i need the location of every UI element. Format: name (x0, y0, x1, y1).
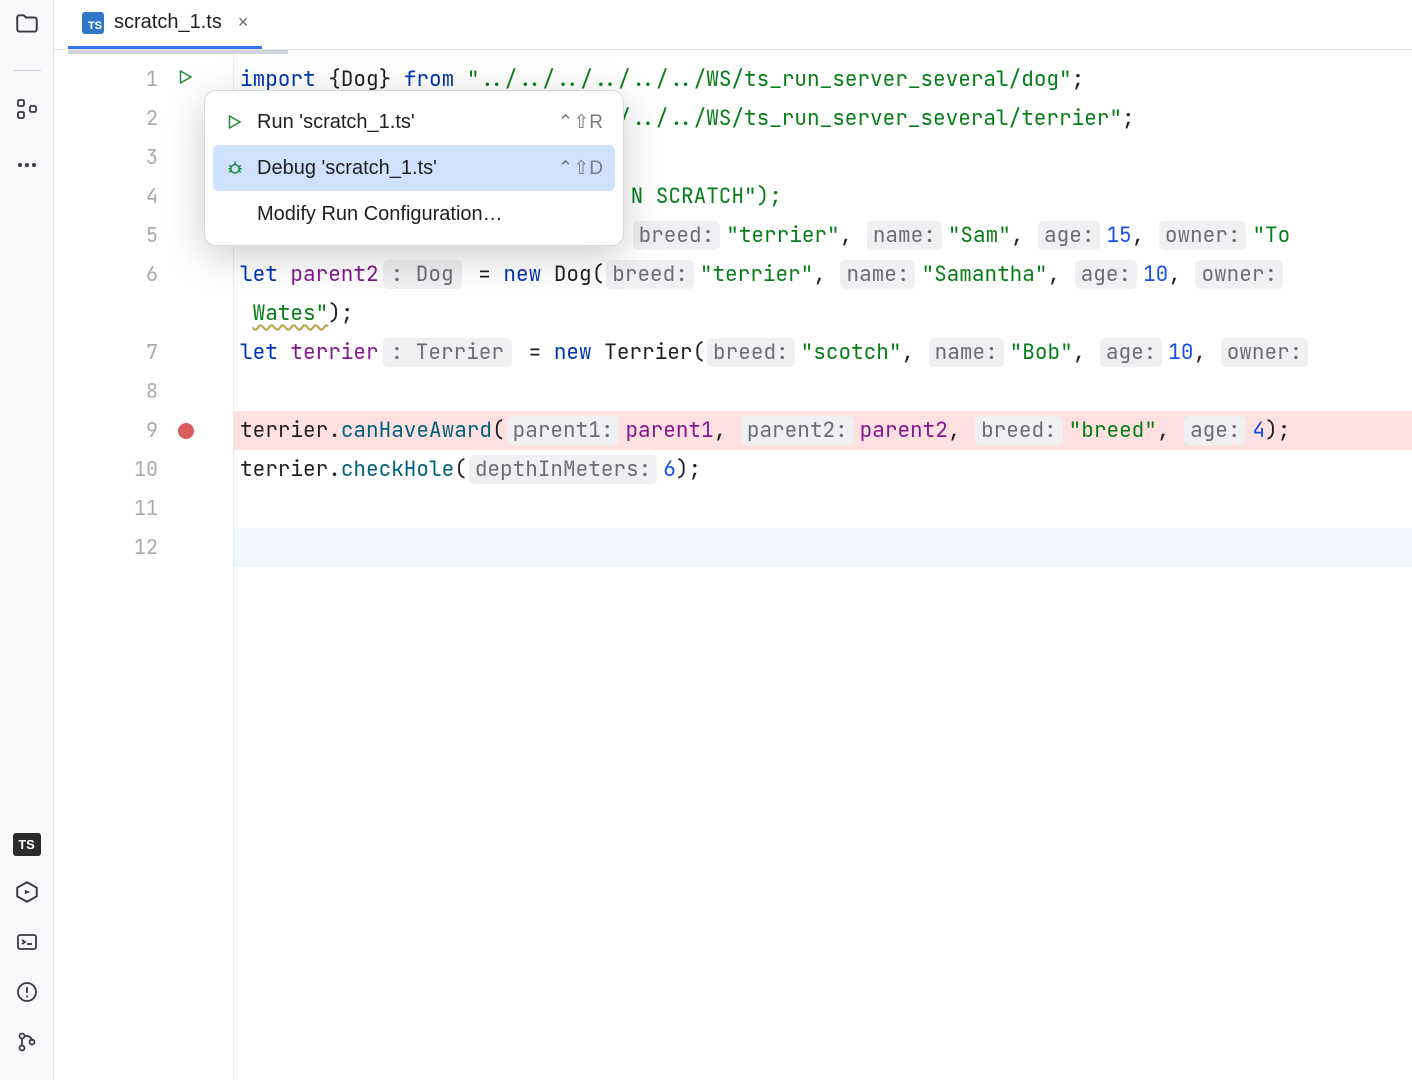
line-number: 9 (54, 411, 172, 450)
line-number: 12 (54, 528, 172, 567)
modify-run-config-menu-item[interactable]: Modify Run Configuration… (213, 191, 615, 237)
line-number: 4 (54, 177, 172, 216)
run-menu-item[interactable]: Run 'scratch_1.ts' ⌃⇧R (213, 99, 615, 145)
menu-label: Run 'scratch_1.ts' (257, 111, 545, 134)
services-icon[interactable] (13, 878, 41, 906)
menu-label: Modify Run Configuration… (257, 203, 603, 226)
bug-icon (225, 158, 245, 178)
run-gutter-icon[interactable] (176, 60, 194, 99)
code-line[interactable]: Wates"); (234, 294, 1412, 333)
close-tab-icon[interactable]: × (238, 12, 249, 33)
left-toolbar: TS (0, 0, 54, 1080)
tab-scratch-1[interactable]: scratch_1.ts × (68, 1, 262, 49)
debug-menu-item[interactable]: Debug 'scratch_1.ts' ⌃⇧D (213, 145, 615, 191)
line-number: 6 (54, 255, 172, 294)
line-number: 10 (54, 450, 172, 489)
line-number: 11 (54, 489, 172, 528)
typescript-tool-icon[interactable]: TS (13, 833, 41, 856)
typescript-file-icon (82, 12, 104, 34)
code-line[interactable]: let terrier: Terrier = new Terrier(breed… (234, 333, 1412, 372)
project-folder-icon[interactable] (13, 10, 41, 38)
structure-icon[interactable] (13, 95, 41, 123)
problems-icon[interactable] (13, 978, 41, 1006)
line-number: 3 (54, 138, 172, 177)
more-icon[interactable] (13, 151, 41, 179)
terminal-icon[interactable] (13, 928, 41, 956)
play-icon (225, 113, 245, 131)
menu-shortcut: ⌃⇧D (557, 157, 603, 180)
sidebar-divider (13, 70, 41, 71)
code-line[interactable] (234, 528, 1412, 567)
run-context-menu: Run 'scratch_1.ts' ⌃⇧R Debug 'scratch_1.… (204, 90, 624, 246)
line-number: 2 (54, 99, 172, 138)
vcs-icon[interactable] (13, 1028, 41, 1056)
line-number: 7 (54, 333, 172, 372)
line-number: 8 (54, 372, 172, 411)
line-number: 1 (54, 60, 172, 99)
breakpoint-icon[interactable] (178, 423, 194, 439)
editor-tabs: scratch_1.ts × (54, 0, 1412, 50)
code-line[interactable]: terrier.checkHole(depthInMeters:6); (234, 450, 1412, 489)
line-number: 5 (54, 216, 172, 255)
menu-shortcut: ⌃⇧R (557, 111, 603, 134)
tab-filename: scratch_1.ts (114, 11, 222, 34)
main-area: scratch_1.ts × 1 2 3 4 5 6 7 8 9 (54, 0, 1412, 1080)
code-line[interactable]: let parent2: Dog = new Dog(breed:"terrie… (234, 255, 1412, 294)
code-line[interactable]: terrier.canHaveAward(parent1:parent1, pa… (234, 411, 1412, 450)
menu-label: Debug 'scratch_1.ts' (257, 157, 545, 180)
